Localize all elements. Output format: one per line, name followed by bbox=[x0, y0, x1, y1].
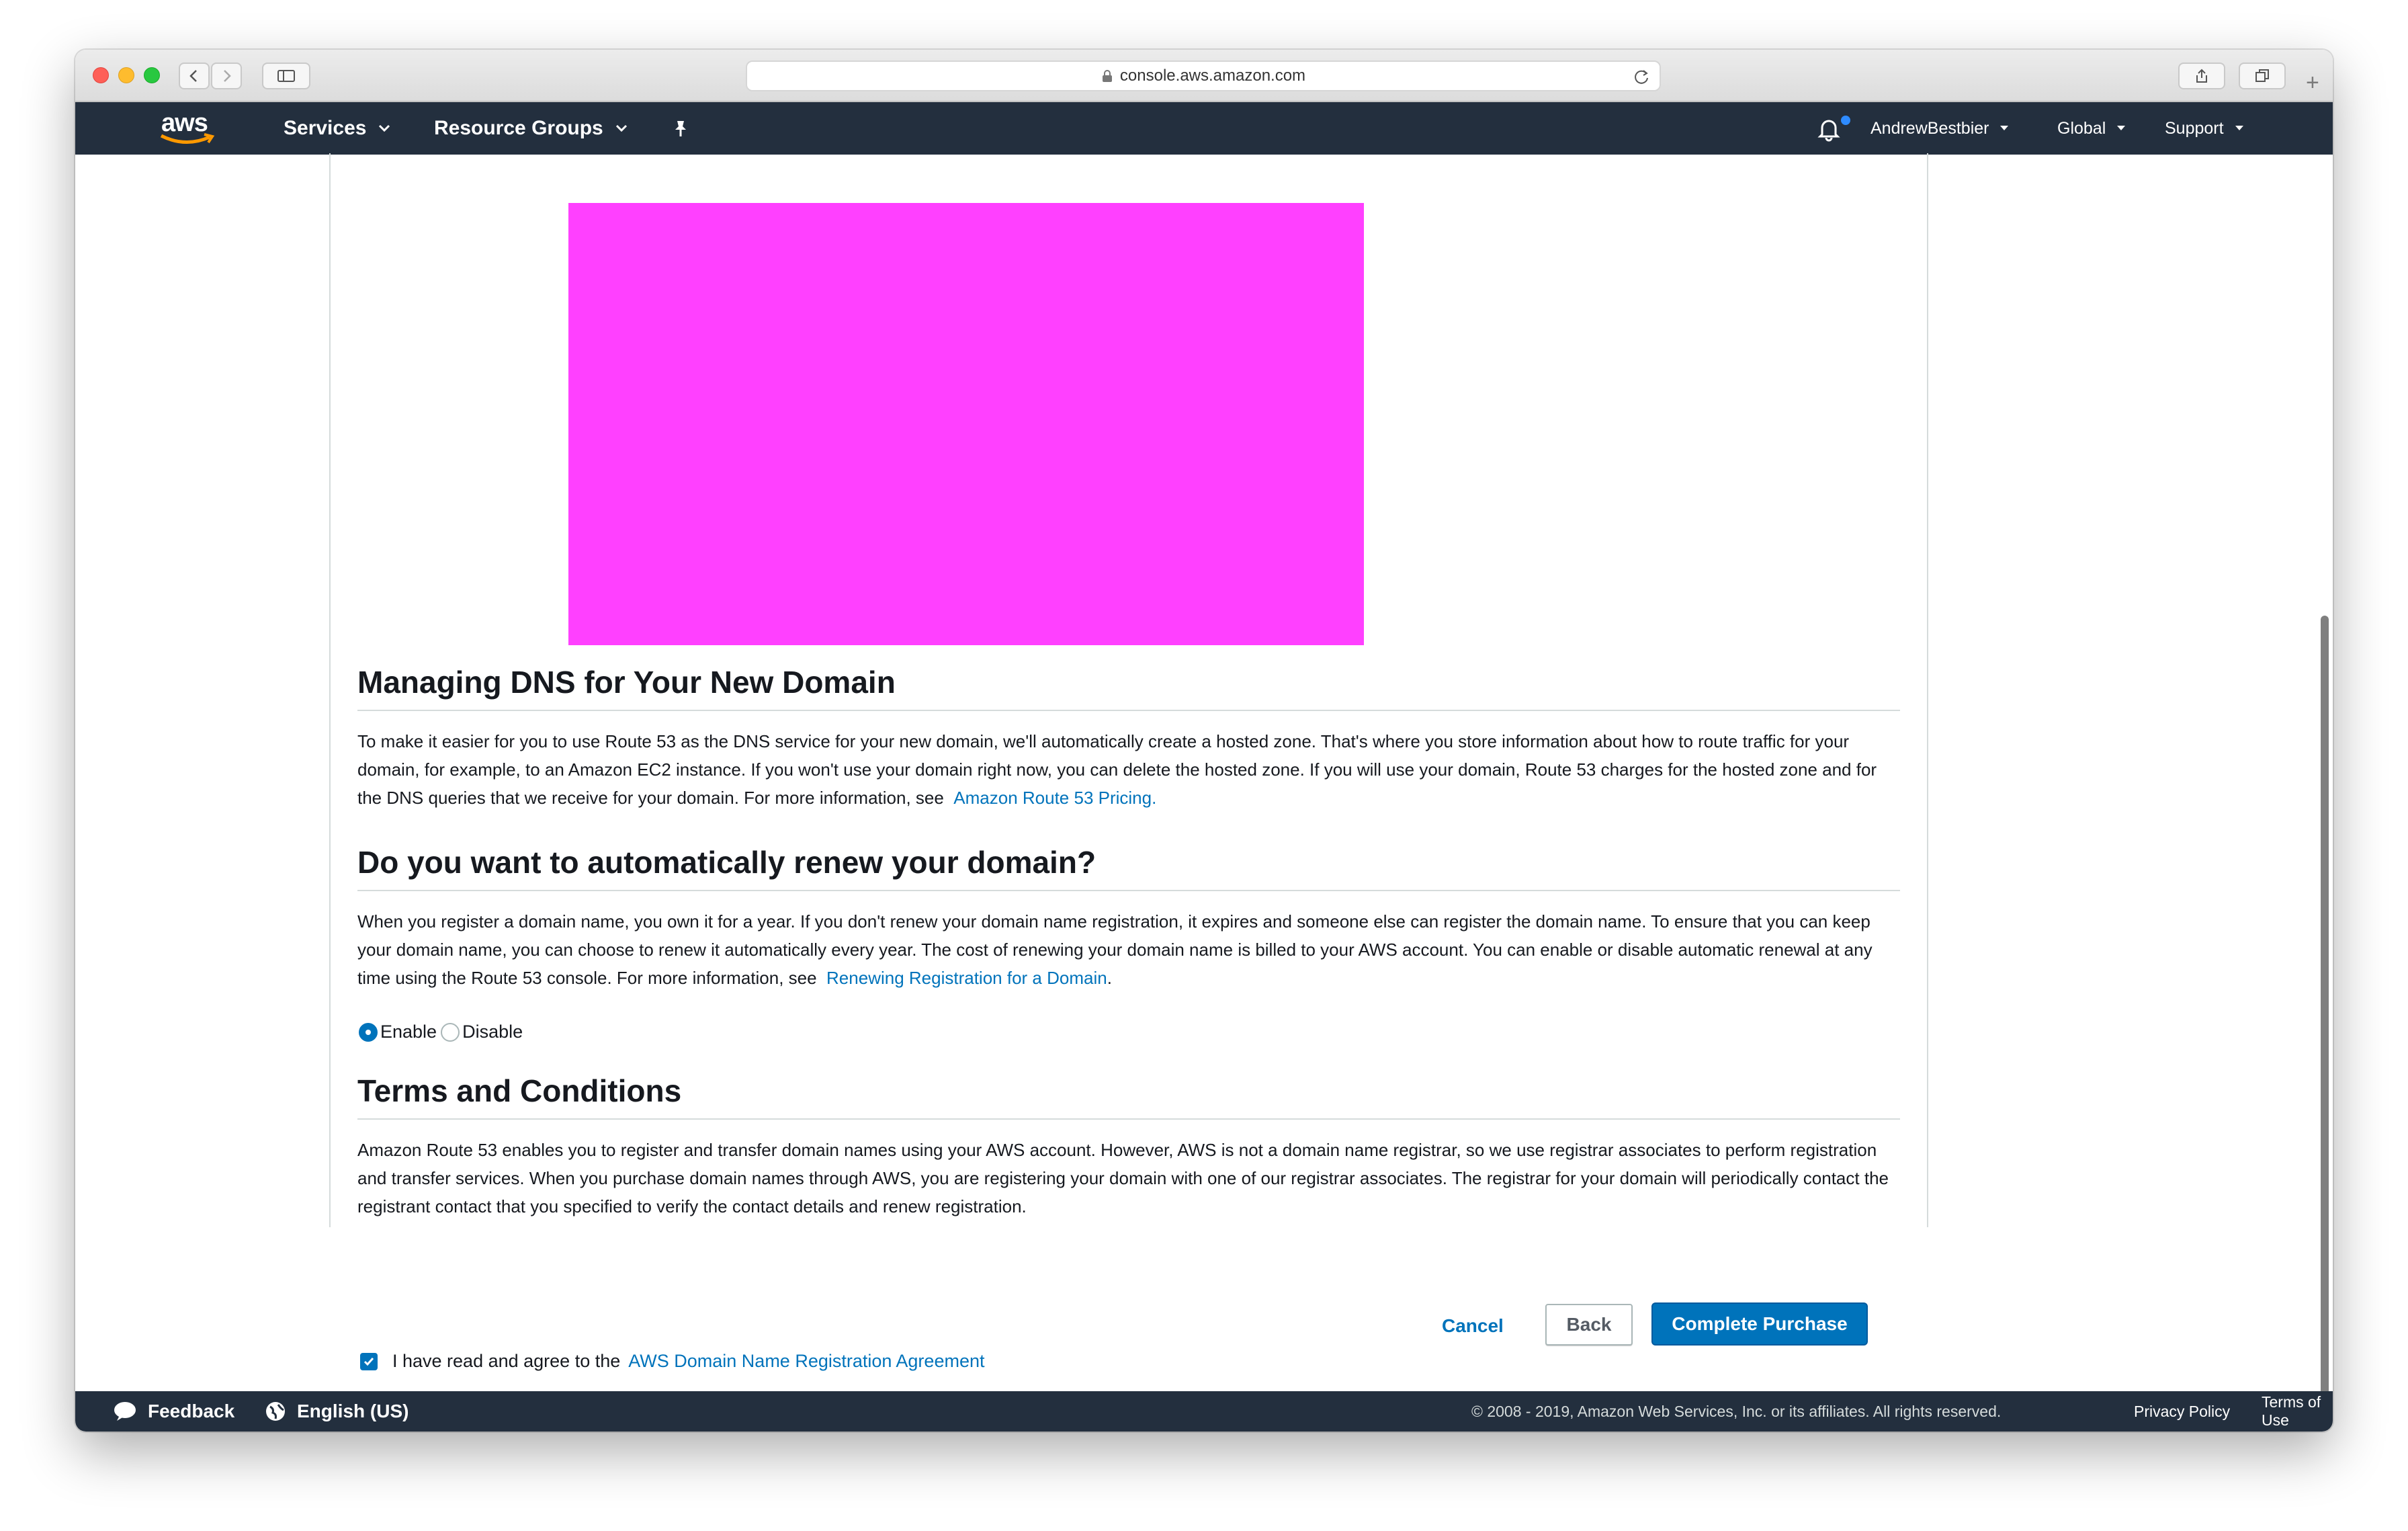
resource-groups-label: Resource Groups bbox=[434, 117, 603, 139]
checkmark-icon bbox=[363, 1357, 374, 1366]
scrollbar-thumb[interactable] bbox=[2321, 616, 2329, 1427]
aws-smile-icon bbox=[160, 133, 215, 144]
main-content: Managing DNS for Your New Domain To make… bbox=[75, 153, 2333, 1432]
sidebar-toggle-button[interactable] bbox=[262, 63, 310, 89]
services-menu[interactable]: Services bbox=[284, 102, 390, 155]
minimize-window-button[interactable] bbox=[118, 67, 134, 83]
support-menu[interactable]: Support bbox=[2165, 102, 2244, 155]
back-button[interactable]: Back bbox=[1545, 1304, 1633, 1346]
notification-dot bbox=[1841, 116, 1850, 125]
tabs-icon bbox=[2255, 69, 2269, 82]
redacted-banner-block bbox=[568, 203, 1364, 645]
complete-purchase-button[interactable]: Complete Purchase bbox=[1651, 1302, 1868, 1346]
auto-renew-options: Enable Disable bbox=[359, 1022, 523, 1042]
browser-titlebar: console.aws.amazon.com + bbox=[75, 50, 2333, 102]
reload-icon[interactable] bbox=[1633, 68, 1650, 85]
aws-top-nav: aws Services Resource Groups AndrewBestb… bbox=[75, 102, 2333, 155]
address-bar[interactable]: console.aws.amazon.com bbox=[746, 60, 1661, 91]
registration-agreement-link[interactable]: AWS Domain Name Registration Agreement bbox=[628, 1351, 984, 1372]
sidebar-icon bbox=[277, 70, 295, 82]
copyright-text: © 2008 - 2019, Amazon Web Services, Inc.… bbox=[1471, 1391, 2001, 1432]
pin-button[interactable] bbox=[671, 102, 691, 155]
support-label: Support bbox=[2165, 118, 2224, 138]
aws-logo[interactable]: aws bbox=[156, 109, 216, 148]
language-label: English (US) bbox=[297, 1401, 409, 1421]
agreement-checkbox-row: I have read and agree to the AWS Domain … bbox=[360, 1351, 984, 1372]
privacy-policy-link[interactable]: Privacy Policy bbox=[2134, 1391, 2230, 1432]
dns-section-title: Managing DNS for Your New Domain bbox=[357, 664, 1900, 711]
caret-down-icon bbox=[2000, 126, 2009, 130]
services-label: Services bbox=[284, 117, 367, 139]
renew-section-title: Do you want to automatically renew your … bbox=[357, 844, 1900, 891]
terms-of-use-link[interactable]: Terms of Use bbox=[2262, 1391, 2333, 1432]
renew-section-text: When you register a domain name, you own… bbox=[357, 907, 1903, 992]
new-tab-plus-icon[interactable]: + bbox=[2306, 70, 2319, 96]
feedback-link[interactable]: Feedback bbox=[113, 1391, 234, 1432]
dns-section-text: To make it easier for you to use Route 5… bbox=[357, 727, 1903, 812]
chevron-left-icon bbox=[189, 70, 197, 82]
share-button[interactable] bbox=[2178, 63, 2225, 89]
privacy-policy-label: Privacy Policy bbox=[2134, 1402, 2231, 1420]
terms-of-use-label: Terms of Use bbox=[2262, 1393, 2321, 1429]
caret-down-icon bbox=[2117, 126, 2126, 130]
agree-text: I have read and agree to the bbox=[392, 1351, 621, 1371]
tabs-overview-button[interactable] bbox=[2239, 63, 2286, 89]
back-nav-button[interactable] bbox=[179, 63, 210, 89]
region-label: Global bbox=[2057, 118, 2106, 138]
renew-trailing: . bbox=[1107, 968, 1112, 988]
cancel-button[interactable]: Cancel bbox=[1427, 1305, 1518, 1347]
resource-groups-menu[interactable]: Resource Groups bbox=[434, 102, 628, 155]
chevron-down-icon bbox=[379, 124, 390, 132]
lock-icon bbox=[1102, 70, 1112, 82]
account-menu[interactable]: AndrewBestbier bbox=[1870, 102, 2009, 155]
disable-label[interactable]: Disable bbox=[462, 1022, 523, 1042]
browser-window: console.aws.amazon.com + aws Services Re… bbox=[75, 50, 2333, 1432]
caret-down-icon bbox=[2235, 126, 2243, 130]
region-menu[interactable]: Global bbox=[2057, 102, 2126, 155]
terms-section-title: Terms and Conditions bbox=[357, 1073, 1900, 1120]
renew-body: When you register a domain name, you own… bbox=[357, 911, 1873, 988]
notifications-bell-icon[interactable] bbox=[1815, 116, 1842, 142]
zoom-window-button[interactable] bbox=[144, 67, 160, 83]
copyright-label: © 2008 - 2019, Amazon Web Services, Inc.… bbox=[1471, 1402, 2002, 1420]
language-selector[interactable]: English (US) bbox=[265, 1391, 408, 1432]
account-name: AndrewBestbier bbox=[1870, 118, 1989, 138]
chat-bubble-icon bbox=[114, 1402, 136, 1421]
url-text: console.aws.amazon.com bbox=[1119, 67, 1306, 85]
renewing-registration-link[interactable]: Renewing Registration for a Domain bbox=[826, 968, 1107, 988]
enable-radio[interactable] bbox=[359, 1022, 378, 1042]
chevron-right-icon bbox=[224, 70, 231, 82]
chevron-down-icon bbox=[615, 124, 627, 132]
globe-icon bbox=[266, 1402, 285, 1421]
feedback-label: Feedback bbox=[148, 1401, 235, 1421]
enable-label[interactable]: Enable bbox=[380, 1022, 437, 1042]
route53-pricing-link[interactable]: Amazon Route 53 Pricing. bbox=[953, 788, 1156, 808]
console-footer: Feedback English (US) © 2008 - 2019, Ama… bbox=[75, 1391, 2333, 1432]
pin-icon bbox=[675, 121, 686, 136]
agree-checkbox[interactable] bbox=[360, 1352, 378, 1370]
disable-radio[interactable] bbox=[441, 1022, 460, 1042]
close-window-button[interactable] bbox=[93, 67, 109, 83]
forward-nav-button[interactable] bbox=[211, 63, 242, 89]
terms-section-text: Amazon Route 53 enables you to register … bbox=[357, 1140, 1889, 1216]
share-icon bbox=[2196, 69, 2207, 83]
